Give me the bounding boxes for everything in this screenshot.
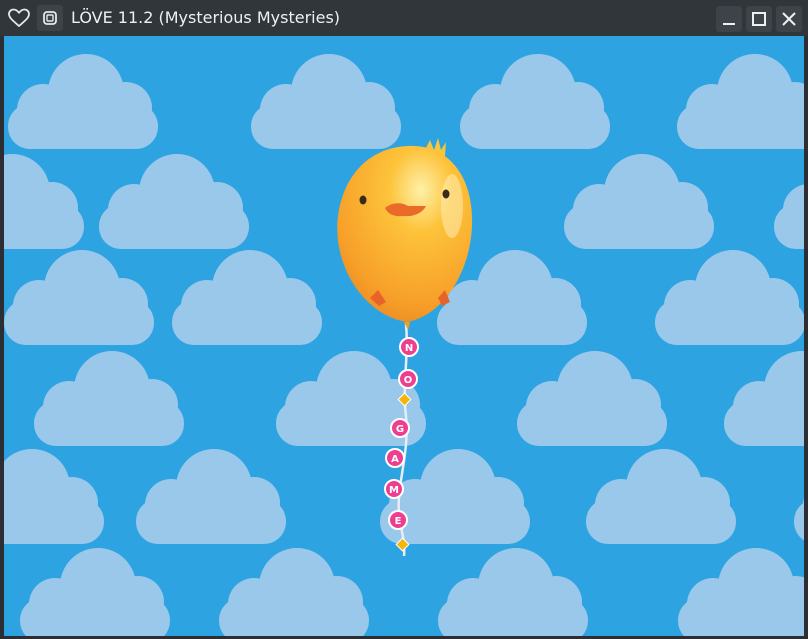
- bead-g: G: [390, 418, 410, 438]
- bead-e: E: [388, 510, 408, 530]
- string-diamond: [397, 392, 412, 407]
- svg-text:N: N: [405, 343, 413, 354]
- minimize-button[interactable]: [716, 6, 742, 32]
- duck-left-eye: [359, 195, 367, 205]
- svg-text:E: E: [395, 516, 402, 527]
- svg-text:G: G: [396, 424, 404, 435]
- close-icon: [782, 12, 796, 26]
- string-diamond: [395, 537, 410, 552]
- bead-n: N: [399, 337, 419, 357]
- close-button[interactable]: [776, 6, 802, 32]
- maximize-button[interactable]: [746, 6, 772, 32]
- game-canvas[interactable]: N O G A M E: [4, 36, 804, 636]
- svg-text:M: M: [389, 485, 399, 496]
- app-menu-icon[interactable]: [37, 5, 63, 31]
- window-title: LÖVE 11.2 (Mysterious Mysteries): [71, 8, 341, 27]
- duck-balloon[interactable]: N O G A M E: [4, 36, 804, 636]
- svg-text:O: O: [404, 375, 413, 386]
- balloon-highlight: [441, 174, 463, 238]
- heart-icon[interactable]: [6, 5, 32, 31]
- maximize-icon: [752, 12, 766, 26]
- bead-m: M: [384, 479, 404, 499]
- title-bar[interactable]: LÖVE 11.2 (Mysterious Mysteries): [0, 0, 808, 36]
- duck-right-eye: [442, 189, 450, 199]
- love-window: LÖVE 11.2 (Mysterious Mysteries) N O G A…: [0, 0, 808, 639]
- minimize-icon: [723, 23, 735, 25]
- bead-o: O: [398, 369, 418, 389]
- bead-a: A: [385, 448, 405, 468]
- svg-text:A: A: [391, 454, 399, 465]
